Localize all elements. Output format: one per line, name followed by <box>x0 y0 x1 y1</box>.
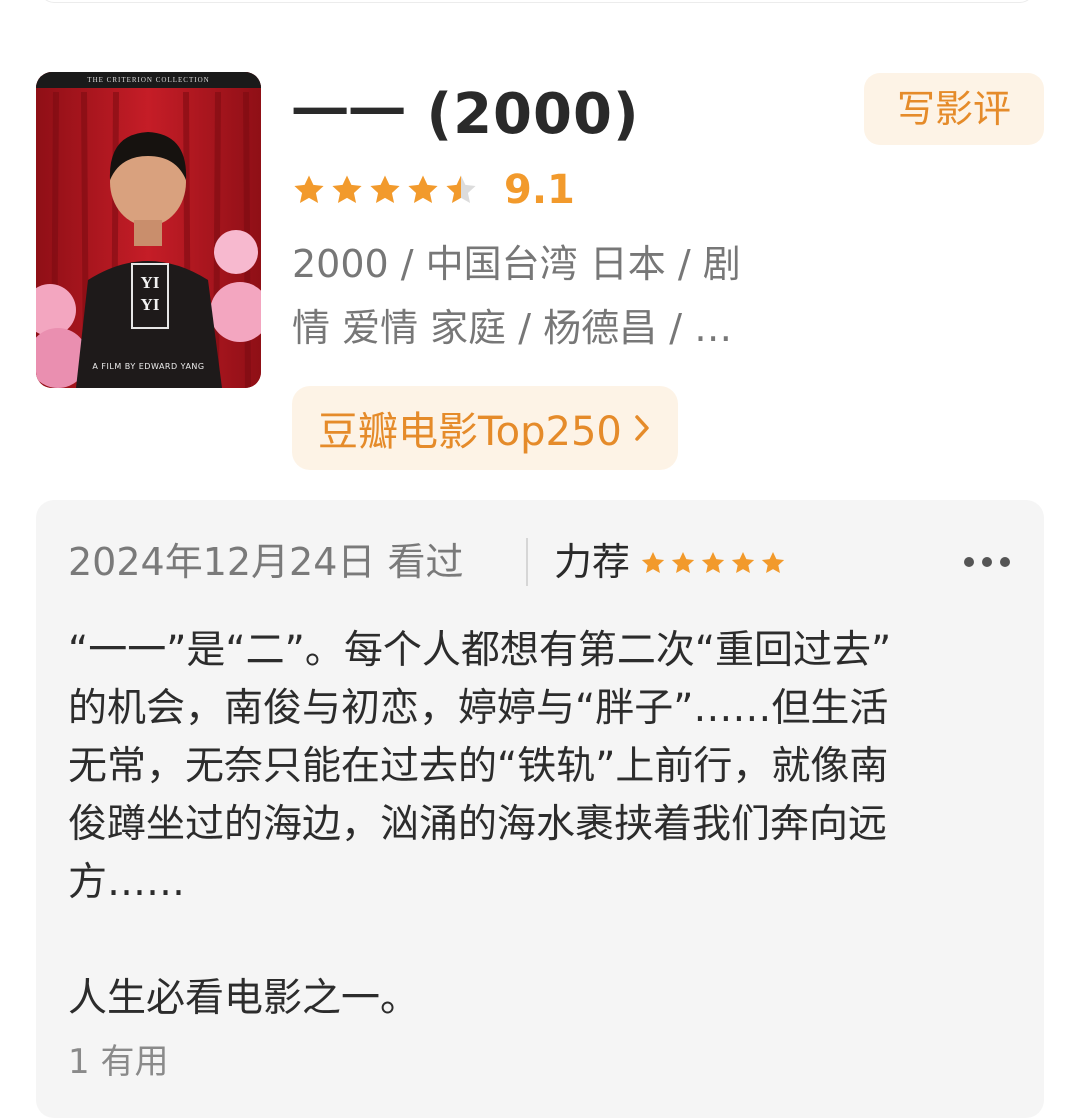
meta-line: 2000 / 中国台湾 日本 / 剧 <box>292 242 741 286</box>
divider <box>526 538 528 586</box>
review-line: 俊蹲坐过的海边，汹涌的海水裹挟着我们奔向远 <box>68 802 888 847</box>
star-icon <box>761 551 785 573</box>
review-line: 的机会，南俊与初恋，婷婷与“胖子”……但生活 <box>68 686 889 731</box>
write-review-button[interactable]: 写影评 <box>864 73 1044 145</box>
meta-line: 情 爱情 家庭 / 杨德昌 / … <box>292 306 733 350</box>
poster-title-text: YI YI <box>140 273 160 314</box>
review-stars <box>640 550 790 576</box>
movie-poster[interactable]: THE CRITERION COLLECTION YI YI A FILM BY … <box>36 72 261 388</box>
more-options-icon[interactable] <box>964 550 1010 574</box>
top250-label: 豆瓣电影Top250 <box>318 409 622 455</box>
rating-stars <box>292 173 482 207</box>
star-icon <box>641 551 665 573</box>
star-icon <box>370 175 400 204</box>
star-icon <box>408 175 438 204</box>
star-icon <box>701 551 725 573</box>
movie-rating: 9.1 <box>292 164 575 216</box>
previous-card-edge <box>40 0 1034 3</box>
review-verdict: 力荐 <box>554 540 631 584</box>
movie-meta: 2000 / 中国台湾 日本 / 剧 情 爱情 家庭 / 杨德昌 / … <box>292 232 812 360</box>
star-icon <box>332 175 362 204</box>
top250-tag-button[interactable]: 豆瓣电影Top250 <box>292 386 678 470</box>
movie-title: 一一 (2000) <box>292 82 640 147</box>
poster-credit-text: A FILM BY EDWARD YANG <box>92 362 205 371</box>
useful-count-button[interactable]: 1 有用 <box>68 1036 168 1088</box>
star-icon <box>294 175 324 204</box>
review-line: “一一”是“二”。每个人都想有第二次“重回过去” <box>68 628 892 673</box>
star-icon <box>731 551 755 573</box>
review-text: “一一”是“二”。每个人都想有第二次“重回过去” 的机会，南俊与初恋，婷婷与“胖… <box>68 622 1018 1028</box>
review-closing-line: 人生必看电影之一。 <box>68 976 420 1021</box>
star-icon <box>671 551 695 573</box>
poster-collection-text: THE CRITERION COLLECTION <box>87 76 210 84</box>
review-line: 方…… <box>68 860 186 905</box>
rating-score: 9.1 <box>504 167 575 213</box>
chevron-right-icon <box>634 414 650 442</box>
review-card: 2024年12月24日 看过 力荐 “一一”是“二”。每个人都想有第二次“重回过… <box>36 500 1044 1118</box>
review-date-status: 2024年12月24日 看过 <box>68 540 464 584</box>
review-line: 无常，无奈只能在过去的“铁轨”上前行，就像南 <box>68 744 889 789</box>
star-icon <box>446 175 476 204</box>
